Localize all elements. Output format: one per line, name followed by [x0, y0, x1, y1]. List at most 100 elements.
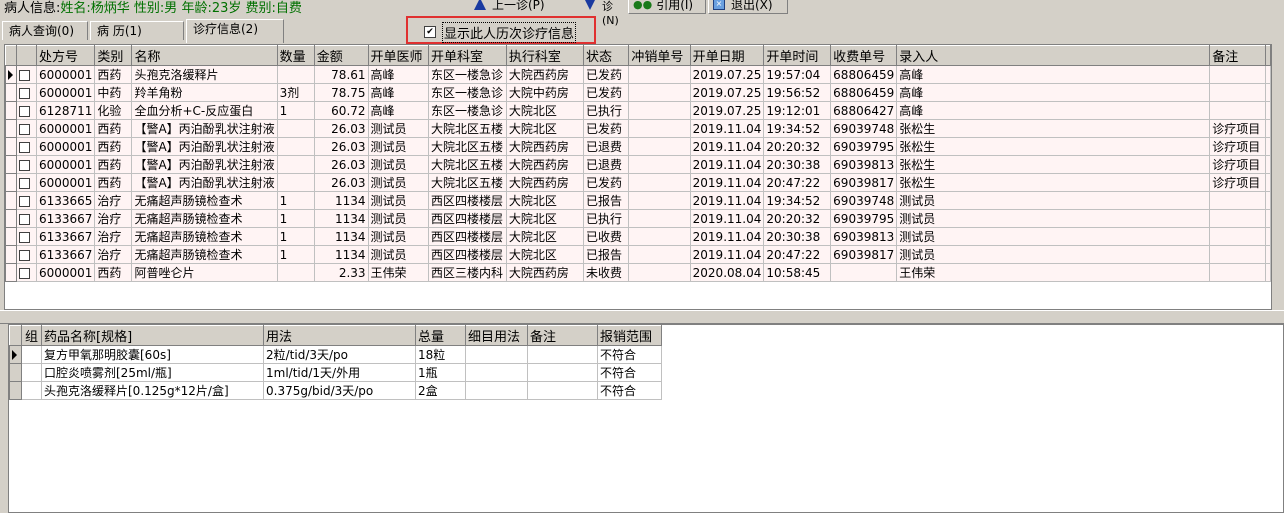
cell-rx: 6128711: [35, 101, 96, 120]
row-checkbox[interactable]: [19, 141, 31, 153]
tab-treatment-info[interactable]: 诊疗信息(2): [186, 19, 284, 43]
cell-time: 20:47:22: [763, 173, 832, 192]
cell-fee: [830, 263, 898, 282]
patient-fee-type: 费别:自费: [245, 1, 302, 16]
row-checkbox[interactable]: [19, 177, 31, 189]
row-select-cell[interactable]: [16, 155, 37, 174]
row-select-cell[interactable]: [16, 83, 37, 102]
prev-visit-button[interactable]: 上一诊(P): [470, 0, 580, 14]
order-row[interactable]: 6000001 西药 【警A】丙泊酚乳状注射液 26.03 测试员 大院北区五楼 大院西药房…: [4, 173, 1271, 192]
order-row[interactable]: 6000001 中药 羚羊角粉 3剂 78.75 高峰 东区一楼急诊 大院中药房 已发药 2019…: [4, 83, 1271, 102]
show-history-checkbox[interactable]: ✔ 显示此人历次诊疗信息: [406, 16, 596, 44]
row-select-cell[interactable]: [16, 263, 37, 282]
drug-row[interactable]: 复方甲氧那明胶囊[60s] 2粒/tid/3天/po 18粒 不符合: [9, 345, 662, 364]
order-row[interactable]: 6133667 治疗 无痛超声肠镜检查术 1 1134 测试员 西区四楼楼层 大院北区 已收费 2…: [4, 227, 1271, 246]
order-row[interactable]: 6000001 西药 【警A】丙泊酚乳状注射液 26.03 测试员 大院北区五楼 大院西药房…: [4, 155, 1271, 174]
column-header[interactable]: 金额: [313, 45, 369, 66]
column-header[interactable]: 收费单号: [830, 45, 898, 66]
row-select-cell[interactable]: [16, 119, 37, 138]
cell-doc: 测试员: [367, 191, 430, 210]
cell-qty: [276, 263, 315, 282]
orders-grid[interactable]: 处方号 类别 名称 数量 金额 开单医师 开单科室 执行科室 状态 冲销单号 开单日期 开单时间 收费单…: [4, 44, 1272, 310]
tab-label: 病 历(1): [97, 24, 142, 38]
cell-amt: 1134: [313, 245, 369, 264]
exit-button[interactable]: × 退出(X): [708, 0, 788, 14]
row-checkbox[interactable]: [19, 69, 31, 81]
cell-scope: 不符合: [597, 345, 662, 364]
column-header[interactable]: 处方号: [35, 45, 96, 66]
column-header[interactable]: 执行科室: [505, 45, 585, 66]
cell-date: 2019.07.25: [689, 83, 765, 102]
cell-status: 已执行: [582, 101, 630, 120]
checkmark-icon[interactable]: ✔: [424, 26, 436, 38]
cell-cancel: [628, 101, 691, 120]
tab-patient-query[interactable]: 病人查询(0): [2, 21, 88, 40]
column-header[interactable]: 细目用法: [465, 325, 528, 346]
cell-note: [1209, 263, 1266, 282]
column-header[interactable]: 状态: [582, 45, 630, 66]
column-header[interactable]: 开单日期: [689, 45, 765, 66]
row-checkbox[interactable]: [19, 231, 31, 243]
cite-button[interactable]: ●● 引用(I): [628, 0, 706, 14]
column-header[interactable]: 用法: [263, 325, 416, 346]
row-select-cell[interactable]: [16, 65, 37, 84]
cell-qty: 1: [276, 101, 315, 120]
cell-dept: 东区一楼急诊: [428, 83, 507, 102]
column-header[interactable]: 开单时间: [763, 45, 832, 66]
column-header[interactable]: 类别: [94, 45, 133, 66]
row-select-cell[interactable]: [16, 227, 37, 246]
order-row[interactable]: 6133665 治疗 无痛超声肠镜检查术 1 1134 测试员 西区四楼楼层 大院北区 已报告 2…: [4, 191, 1271, 210]
order-row[interactable]: 6000001 西药 【警A】丙泊酚乳状注射液 26.03 测试员 大院北区五楼 大院西药房…: [4, 137, 1271, 156]
column-header[interactable]: 备注: [1209, 45, 1266, 66]
row-checkbox[interactable]: [19, 123, 31, 135]
column-header[interactable]: 报销范围: [597, 325, 662, 346]
column-header[interactable]: 录入人: [896, 45, 1211, 66]
row-checkbox[interactable]: [19, 267, 31, 279]
column-header[interactable]: 名称: [131, 45, 278, 66]
column-header[interactable]: 总量: [415, 325, 466, 346]
cell-total: 18粒: [415, 345, 466, 364]
row-select-cell[interactable]: [16, 245, 37, 264]
row-checkbox[interactable]: [19, 249, 31, 261]
tab-medical-record[interactable]: 病 历(1): [90, 21, 184, 40]
order-row[interactable]: 6128711 化验 全血分析+C-反应蛋白 1 60.72 高峰 东区一楼急诊 大院北区 已执…: [4, 101, 1271, 120]
row-checkbox[interactable]: [19, 87, 31, 99]
drug-row[interactable]: 口腔炎喷雾剂[25ml/瓶] 1ml/tid/1天/外用 1瓶 不符合: [9, 363, 662, 382]
row-checkbox[interactable]: [19, 105, 31, 117]
cell-time: 10:58:45: [763, 263, 832, 282]
order-row[interactable]: 6000001 西药 头孢克洛缓释片 78.61 高峰 东区一楼急诊 大院西药房 已发药 201…: [4, 65, 1271, 84]
drugs-grid[interactable]: 组药品名称[规格] 用法 总量 细目用法 备注 报销范围 复方甲氧那明胶囊[60s] 2粒/…: [8, 324, 1284, 513]
cell-entry: 高峰: [896, 65, 1211, 84]
row-checkbox[interactable]: [19, 159, 31, 171]
cell-entry: 高峰: [896, 83, 1211, 102]
column-header[interactable]: 开单医师: [367, 45, 430, 66]
cell-exec: 大院中药房: [505, 83, 585, 102]
row-checkbox[interactable]: [19, 195, 31, 207]
row-select-cell[interactable]: [16, 137, 37, 156]
row-select-cell[interactable]: [16, 101, 37, 120]
drug-row[interactable]: 头孢克洛缓释片[0.125g*12片/盒] 0.375g/bid/3天/po 2盒 不…: [9, 381, 662, 400]
column-header[interactable]: 冲销单号: [628, 45, 691, 66]
cell-exec: 大院北区: [505, 101, 585, 120]
cell-exec: 大院北区: [505, 119, 585, 138]
column-header[interactable]: 数量: [276, 45, 315, 66]
next-visit-button[interactable]: 下一诊(N): [580, 0, 628, 27]
column-header[interactable]: 组: [21, 325, 42, 346]
row-checkbox[interactable]: [19, 213, 31, 225]
cell-name: 复方甲氧那明胶囊[60s]: [41, 345, 264, 364]
order-row[interactable]: 6000001 西药 阿普唑仑片 2.33 王伟荣 西区三楼内科 大院西药房 未收费 2020.…: [4, 263, 1271, 282]
row-select-cell[interactable]: [16, 209, 37, 228]
column-header[interactable]: 开单科室: [428, 45, 507, 66]
order-row[interactable]: 6000001 西药 【警A】丙泊酚乳状注射液 26.03 测试员 大院北区五楼 大院北区已…: [4, 119, 1271, 138]
column-header[interactable]: 备注: [527, 325, 598, 346]
cell-amt: 1134: [313, 209, 369, 228]
order-row[interactable]: 6133667 治疗 无痛超声肠镜检查术 1 1134 测试员 西区四楼楼层 大院北区 已执行 2…: [4, 209, 1271, 228]
row-select-cell[interactable]: [16, 191, 37, 210]
column-header[interactable]: 药品名称[规格]: [41, 325, 264, 346]
cell-date: 2019.07.25: [689, 101, 765, 120]
cell-dept: 大院北区五楼: [428, 173, 507, 192]
panel-splitter[interactable]: [0, 310, 1284, 324]
row-select-cell[interactable]: [16, 173, 37, 192]
order-row[interactable]: 6133667 治疗 无痛超声肠镜检查术 1 1134 测试员 西区四楼楼层 大院北区 已报告 2…: [4, 245, 1271, 264]
select-header: [16, 45, 37, 66]
